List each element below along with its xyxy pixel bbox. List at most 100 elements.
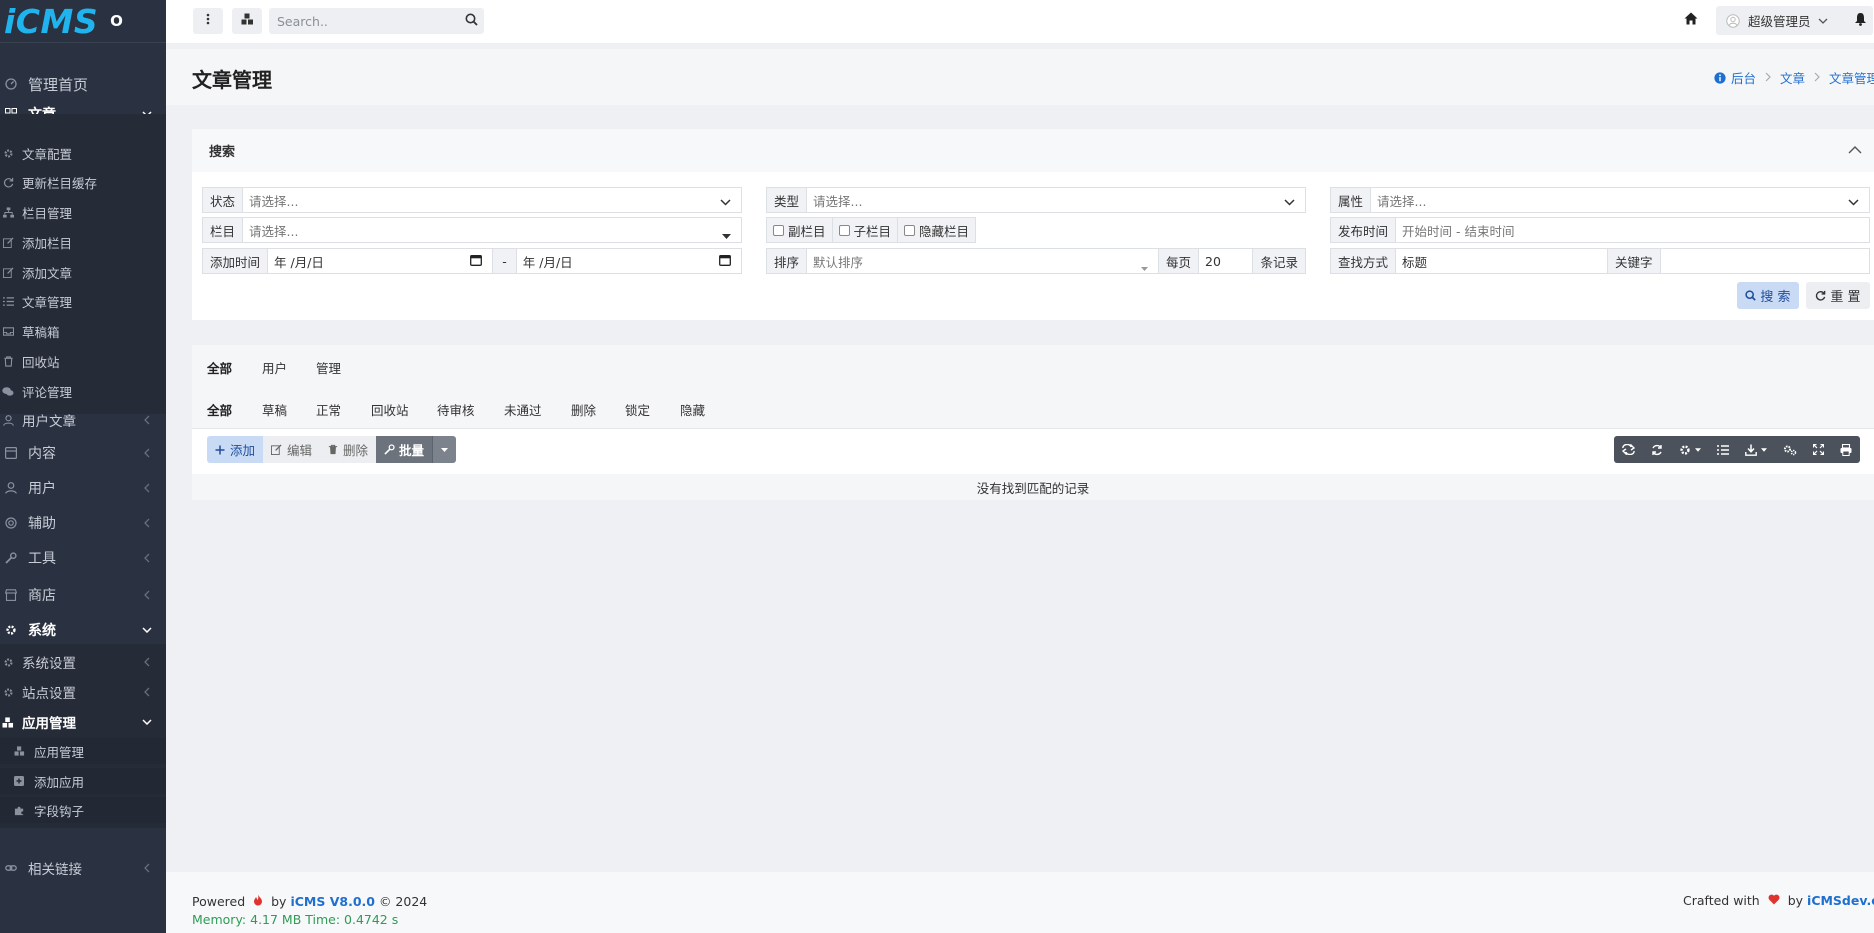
tab-status-deleted[interactable]: 删除 <box>571 400 596 419</box>
search-icon[interactable] <box>465 13 478 30</box>
type-select[interactable]: 类型 请选择... <box>766 187 1306 213</box>
bell-icon[interactable] <box>1854 12 1867 30</box>
footer-crafted-text: Crafted with <box>1683 893 1760 908</box>
search-input[interactable] <box>269 13 449 29</box>
tab-status-locked[interactable]: 锁定 <box>625 400 650 419</box>
sidebar-item-dashboard[interactable]: 管理首页 <box>0 70 166 98</box>
sidebar-item-category-manage[interactable]: 栏目管理 <box>0 199 166 225</box>
site-link[interactable]: iCMSdev.com <box>1807 893 1874 908</box>
export-dropdown-button[interactable] <box>1737 436 1775 463</box>
sidebar-item-add-article[interactable]: 添加文章 <box>0 259 166 285</box>
apps-button[interactable] <box>232 8 262 34</box>
breadcrumb-link-article[interactable]: 文章 <box>1780 68 1805 87</box>
tab-admin[interactable]: 管理 <box>316 358 341 377</box>
refresh-icon <box>1 175 15 189</box>
plus-square-icon <box>12 774 26 788</box>
tab-status-pending[interactable]: 待审核 <box>437 400 475 419</box>
empty-table-message: 没有找到匹配的记录 <box>192 474 1874 500</box>
status-select[interactable]: 状态 请选择... <box>202 187 742 213</box>
date-from-input[interactable]: 年 /月/日 <box>268 249 494 273</box>
chevron-left-icon <box>140 590 154 600</box>
more-menu-button[interactable] <box>193 8 223 34</box>
publish-time-range[interactable]: 发布时间 开始时间 - 结束时间 <box>1330 217 1870 243</box>
sidebar-item-links[interactable]: 相关链接 <box>0 854 166 882</box>
sort-select[interactable]: 默认排序 <box>807 249 1160 273</box>
column-select[interactable]: 栏目 请选择... <box>202 217 742 243</box>
chevron-up-icon[interactable] <box>1848 143 1862 158</box>
sidebar-item-user-articles[interactable]: 用户文章 <box>0 407 166 433</box>
columns-button[interactable] <box>1709 436 1737 463</box>
settings-dropdown-button[interactable] <box>1671 436 1709 463</box>
tab-user[interactable]: 用户 <box>262 358 287 377</box>
toggle-pagination-button[interactable] <box>1614 436 1643 463</box>
chevron-down-icon <box>720 194 731 209</box>
sidebar-item-app-manage-group[interactable]: 应用管理 <box>0 709 166 735</box>
sidebar-item-article-manage[interactable]: 文章管理 <box>0 288 166 314</box>
reset-button[interactable]: 重 置 <box>1806 282 1870 309</box>
sidebar-item-content[interactable]: 内容 <box>0 439 166 467</box>
sub-column-checkbox[interactable]: 副栏目 <box>766 217 833 243</box>
breadcrumb-link-current[interactable]: 文章管理 <box>1829 68 1874 87</box>
status-label: 状态 <box>203 188 244 212</box>
sidebar-item-store[interactable]: 商店 <box>0 581 166 609</box>
print-button[interactable] <box>1832 436 1860 463</box>
info-circle-icon <box>1714 71 1726 84</box>
status-value: 请选择... <box>243 188 741 212</box>
attribute-label: 属性 <box>1331 188 1372 212</box>
delete-button[interactable]: 删除 <box>320 436 377 463</box>
find-method-select[interactable]: 标题 <box>1396 249 1609 273</box>
caret-down-icon <box>1695 447 1701 452</box>
tab-status-rejected[interactable]: 未通过 <box>504 400 542 419</box>
sidebar-item-system-settings[interactable]: 系统设置 <box>0 649 166 675</box>
sidebar-item-article-config[interactable]: 文章配置 <box>0 140 166 166</box>
sidebar-item-assist[interactable]: 辅助 <box>0 509 166 537</box>
tab-status-trash[interactable]: 回收站 <box>371 400 409 419</box>
sidebar-item-field-hooks[interactable]: 字段钩子 <box>0 797 166 823</box>
version-link[interactable]: iCMS V8.0.0 <box>290 894 375 909</box>
child-column-checkbox[interactable]: 子栏目 <box>832 217 899 243</box>
add-button[interactable]: 添加 <box>207 436 264 463</box>
user-menu-button[interactable]: 超级管理员 <box>1716 6 1873 35</box>
caret-down-icon <box>441 447 449 452</box>
add-time-label: 添加时间 <box>203 249 269 273</box>
date-to-input[interactable]: 年 /月/日 <box>517 249 741 273</box>
batch-dropdown-toggle[interactable] <box>432 436 457 463</box>
find-method-label: 查找方式 <box>1331 249 1397 273</box>
fullscreen-button[interactable] <box>1805 436 1832 463</box>
keyword-input[interactable] <box>1661 249 1869 273</box>
sidebar-item-add-category[interactable]: 添加栏目 <box>0 229 166 255</box>
per-page-input[interactable]: 20 <box>1199 249 1254 273</box>
refresh-table-button[interactable] <box>1643 436 1671 463</box>
attribute-select[interactable]: 属性 请选择... <box>1330 187 1870 213</box>
chevron-left-icon <box>140 657 154 667</box>
tab-all[interactable]: 全部 <box>207 358 232 377</box>
advanced-settings-button[interactable] <box>1775 436 1805 463</box>
sidebar-item-refresh-cache[interactable]: 更新栏目缓存 <box>0 169 166 195</box>
cubes-icon <box>1 715 15 729</box>
search-panel: 搜索 状态 请选择... 类型 请选择... 属性 请选择... 栏目 请选择.… <box>192 129 1874 320</box>
edit-button[interactable]: 编辑 <box>263 436 321 463</box>
tab-status-draft[interactable]: 草稿 <box>262 400 287 419</box>
sidebar-item-label: 应用管理 <box>34 744 85 760</box>
sidebar-item-label: 字段钩子 <box>34 803 85 819</box>
brand[interactable]: iCMS O <box>0 0 166 43</box>
sidebar-item-drafts[interactable]: 草稿箱 <box>0 318 166 344</box>
sidebar-item-site-settings[interactable]: 站点设置 <box>0 679 166 705</box>
hidden-column-checkbox[interactable]: 隐藏栏目 <box>898 217 977 243</box>
breadcrumb-link-admin[interactable]: 后台 <box>1731 68 1756 87</box>
batch-button[interactable]: 批量 <box>376 436 433 463</box>
search-button[interactable]: 搜 索 <box>1737 282 1799 309</box>
tab-status-normal[interactable]: 正常 <box>316 400 341 419</box>
sidebar-item-trash[interactable]: 回收站 <box>0 348 166 374</box>
sidebar-item-tools[interactable]: 工具 <box>0 544 166 572</box>
sidebar-item-comments[interactable]: 评论管理 <box>0 378 166 404</box>
tab-status-all[interactable]: 全部 <box>207 400 232 419</box>
home-icon[interactable] <box>1684 12 1698 29</box>
tab-status-hidden[interactable]: 隐藏 <box>680 400 705 419</box>
sidebar-item-system[interactable]: 系统 <box>0 616 166 644</box>
sidebar-item-add-app[interactable]: 添加应用 <box>0 768 166 794</box>
search-panel-header: 搜索 <box>192 129 1874 172</box>
sidebar-item-users[interactable]: 用户 <box>0 474 166 502</box>
trash-icon <box>328 444 338 455</box>
sidebar-item-app-manage[interactable]: 应用管理 <box>0 738 166 764</box>
